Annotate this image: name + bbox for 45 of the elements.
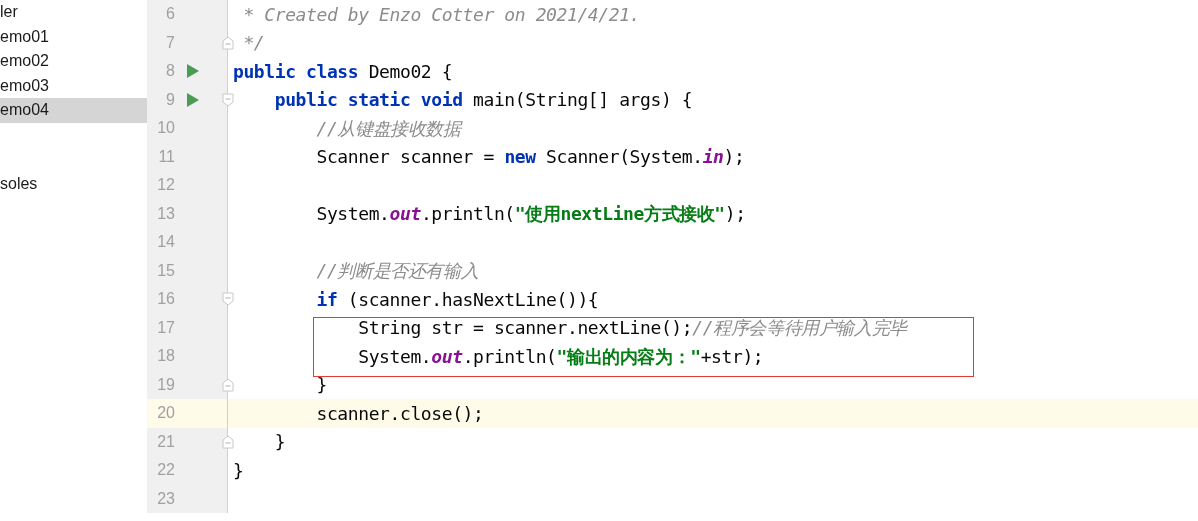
- line-number: 20: [156, 403, 175, 424]
- run-icon[interactable]: [187, 64, 199, 79]
- fold-marker-icon[interactable]: [221, 377, 234, 392]
- line-number: 13: [156, 203, 175, 224]
- code-line: }: [233, 458, 244, 483]
- code-line: }: [315, 373, 327, 398]
- fold-marker-icon[interactable]: [221, 292, 234, 307]
- code-line: }: [273, 430, 286, 455]
- code-line: public class Demo02 {: [233, 59, 453, 84]
- code-line: scanner.close();: [315, 401, 484, 426]
- line-number: 23: [156, 488, 175, 509]
- line-number: 18: [156, 346, 175, 367]
- code-line: System.out.println("使用nextLine方式接收");: [315, 202, 746, 227]
- line-number: 11: [157, 146, 175, 167]
- project-tree-item[interactable]: ler: [0, 0, 18, 25]
- line-number: 6: [165, 4, 175, 25]
- code-line: Scanner scanner = new Scanner(System.in);: [315, 145, 745, 170]
- line-number: 8: [165, 61, 175, 82]
- line-number: 12: [156, 175, 175, 196]
- line-number: 14: [156, 232, 175, 253]
- code-line: System.out.println("输出的内容为："+str);: [357, 344, 764, 369]
- line-number: 16: [156, 289, 175, 310]
- line-number: 19: [156, 374, 175, 395]
- fold-marker-icon[interactable]: [221, 92, 234, 107]
- line-number: 9: [165, 89, 175, 110]
- line-number: 15: [156, 260, 175, 281]
- project-tree-item[interactable]: emo02: [0, 49, 49, 74]
- line-number: 22: [156, 460, 175, 481]
- code-line: public static void main(String[] args) {: [273, 88, 693, 113]
- project-tree-item[interactable]: soles: [0, 171, 38, 196]
- code-line: //判断是否还有输入: [315, 259, 479, 284]
- code-line: if (scanner.hasNextLine()){: [315, 287, 599, 312]
- line-number: 21: [156, 431, 175, 452]
- code-line: */: [242, 31, 265, 56]
- project-tree-item[interactable]: emo01: [0, 24, 49, 49]
- run-icon[interactable]: [187, 92, 199, 107]
- line-number: 7: [165, 32, 175, 53]
- fold-marker-icon[interactable]: [221, 35, 234, 50]
- code-line: //从键盘接收数据: [315, 116, 461, 141]
- code-line: * Created by Enzo Cotter on 2021/4/21.: [242, 2, 641, 27]
- line-number: 17: [156, 317, 175, 338]
- project-tree-item[interactable]: emo03: [0, 73, 49, 98]
- fold-marker-icon[interactable]: [221, 434, 234, 449]
- code-line: String str = scanner.nextLine();//程序会等待用户输入完毕: [357, 316, 907, 341]
- line-number: 10: [156, 118, 175, 139]
